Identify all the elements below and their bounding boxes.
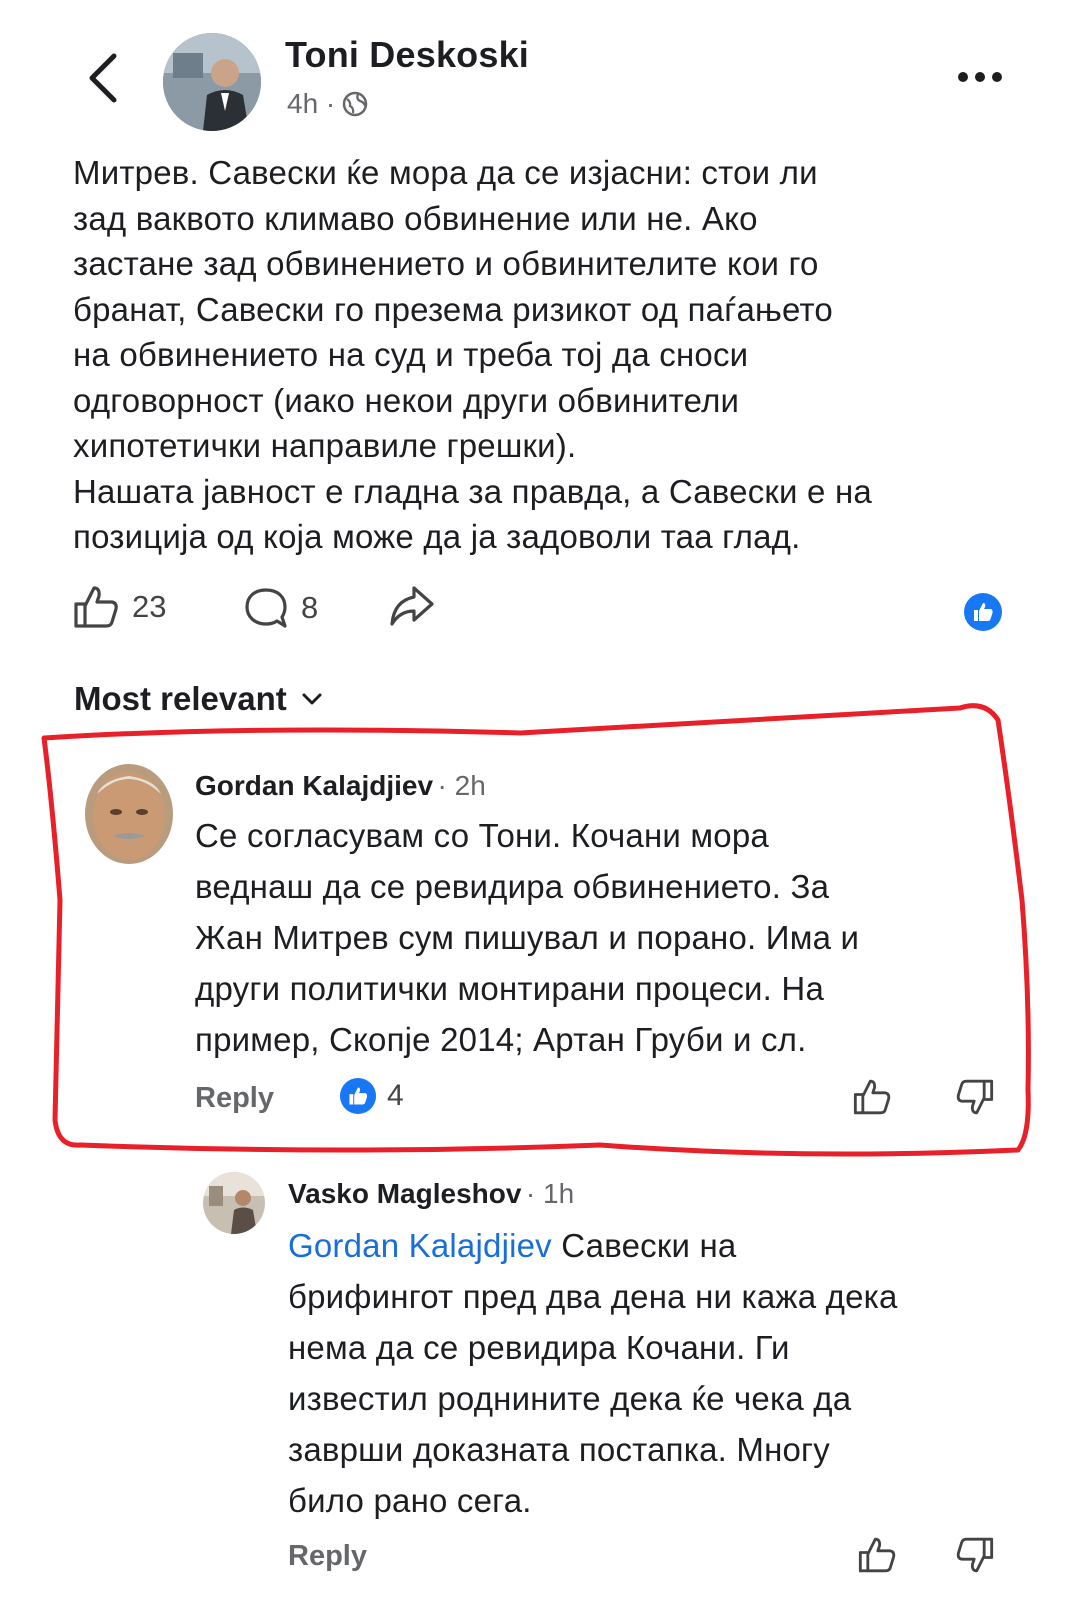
comment-text-fragment: Савески на xyxy=(551,1227,737,1264)
post-text-line: Митрев. Савески ќе мора да се изјасни: с… xyxy=(73,154,818,191)
comment-text-line: Жан Митрев сум пишувал и порано. Има и xyxy=(195,919,860,956)
like-count: 23 xyxy=(132,589,167,624)
comment-header: Gordan Kalajdjiev · 2h xyxy=(195,770,486,802)
comment-reaction-count: 4 xyxy=(387,1079,404,1112)
share-button[interactable] xyxy=(388,584,436,628)
comment-time: · 1h xyxy=(525,1178,575,1209)
comment-body: Gordan Kalajdjiev Савески на брифингот п… xyxy=(288,1220,1028,1526)
comment-author-name[interactable]: Gordan Kalajdjiev xyxy=(195,770,433,801)
comment-like-button[interactable] xyxy=(852,1077,892,1122)
back-icon xyxy=(89,53,117,103)
comment-dislike-button[interactable] xyxy=(955,1077,995,1122)
post-text-line: одговорност (иако некои други обвинители xyxy=(73,381,740,419)
author-avatar[interactable] xyxy=(163,33,261,131)
post-author-name[interactable]: Toni Deskoski xyxy=(285,34,529,76)
comment-like-button[interactable] xyxy=(857,1535,897,1580)
sort-label: Most relevant xyxy=(74,680,287,717)
thumbs-up-badge-icon xyxy=(339,1077,377,1115)
comment-text-line: пример, Скопје 2014; Артан Груби и сл. xyxy=(195,1021,807,1058)
post-body: Митрев. Савески ќе мора да се изјасни: с… xyxy=(73,150,1033,560)
like-icon xyxy=(858,1537,896,1573)
dislike-icon xyxy=(956,1537,994,1573)
dislike-icon xyxy=(956,1079,994,1115)
thumbs-up-badge-icon xyxy=(964,593,1002,631)
comment-text-line: било рано сега. xyxy=(288,1482,532,1519)
like-button[interactable]: 23 xyxy=(72,584,166,630)
comment-dislike-button[interactable] xyxy=(955,1535,995,1580)
more-icon xyxy=(958,72,1002,82)
reactions-badge[interactable] xyxy=(963,592,1003,632)
comment-body: Се согласувам со Тони. Кочани мора ведна… xyxy=(195,810,1015,1065)
comment-count: 8 xyxy=(301,590,319,625)
chevron-down-icon xyxy=(302,693,322,705)
like-icon xyxy=(74,586,118,628)
comment-text-line: веднаш да се ревидира обвинението. За xyxy=(195,868,830,905)
comment-text-line: брифингот пред два дена ни кажа дека xyxy=(288,1278,898,1315)
comment-text-line: други политички монтирани процеси. На xyxy=(195,970,825,1007)
comment-text-line: Gordan Kalajdjiev Савески на xyxy=(288,1220,1028,1271)
comment-text-line: известил роднините дека ќе чека да xyxy=(288,1380,852,1417)
post-text-line: бранат, Савески го презема ризикот од па… xyxy=(73,290,833,328)
comment-reactions[interactable]: 4 xyxy=(339,1077,404,1115)
post-text-line: на обвинението на суд и треба тој да сно… xyxy=(73,336,749,373)
post-text-line: зад ваквото климаво обвинение или не. Ак… xyxy=(73,199,758,237)
post-text-line: Нашата јавност е гладна за правда, а Сав… xyxy=(73,472,872,510)
post-time: 4h · xyxy=(287,88,336,119)
reply-button[interactable]: Reply xyxy=(195,1082,274,1115)
comment-header: Vasko Magleshov · 1h xyxy=(288,1178,574,1210)
commenter-avatar[interactable] xyxy=(203,1172,265,1234)
comment-text-line: заврши доказната постапка. Многу xyxy=(288,1431,830,1468)
comment-text-line: нема да се ревидира Кочани. Ги xyxy=(288,1329,790,1366)
back-button[interactable] xyxy=(80,48,126,108)
reply-button[interactable]: Reply xyxy=(288,1540,367,1573)
globe-icon xyxy=(343,91,368,117)
post-text-line: хипотетички направиле грешки). xyxy=(73,427,577,464)
post-meta: 4h · xyxy=(287,88,369,120)
comment-sort-selector[interactable]: Most relevant xyxy=(74,680,323,718)
more-options-button[interactable] xyxy=(955,62,1005,92)
comment-time: · 2h xyxy=(437,770,486,801)
post-text-line: застане зад обвинението и обвинителите к… xyxy=(73,245,819,282)
share-icon xyxy=(390,586,434,626)
comment-author-name[interactable]: Vasko Magleshov xyxy=(288,1178,521,1209)
comment-text-line: Се согласувам со Тони. Кочани мора xyxy=(195,817,769,854)
comment-icon xyxy=(245,588,287,628)
commenter-avatar[interactable] xyxy=(85,764,173,864)
mention-link[interactable]: Gordan Kalajdjiev xyxy=(288,1227,552,1264)
like-icon xyxy=(853,1079,891,1115)
comment-button[interactable]: 8 xyxy=(243,586,318,630)
post-text-line: позиција од која може да ја задоволи таа… xyxy=(73,518,801,555)
